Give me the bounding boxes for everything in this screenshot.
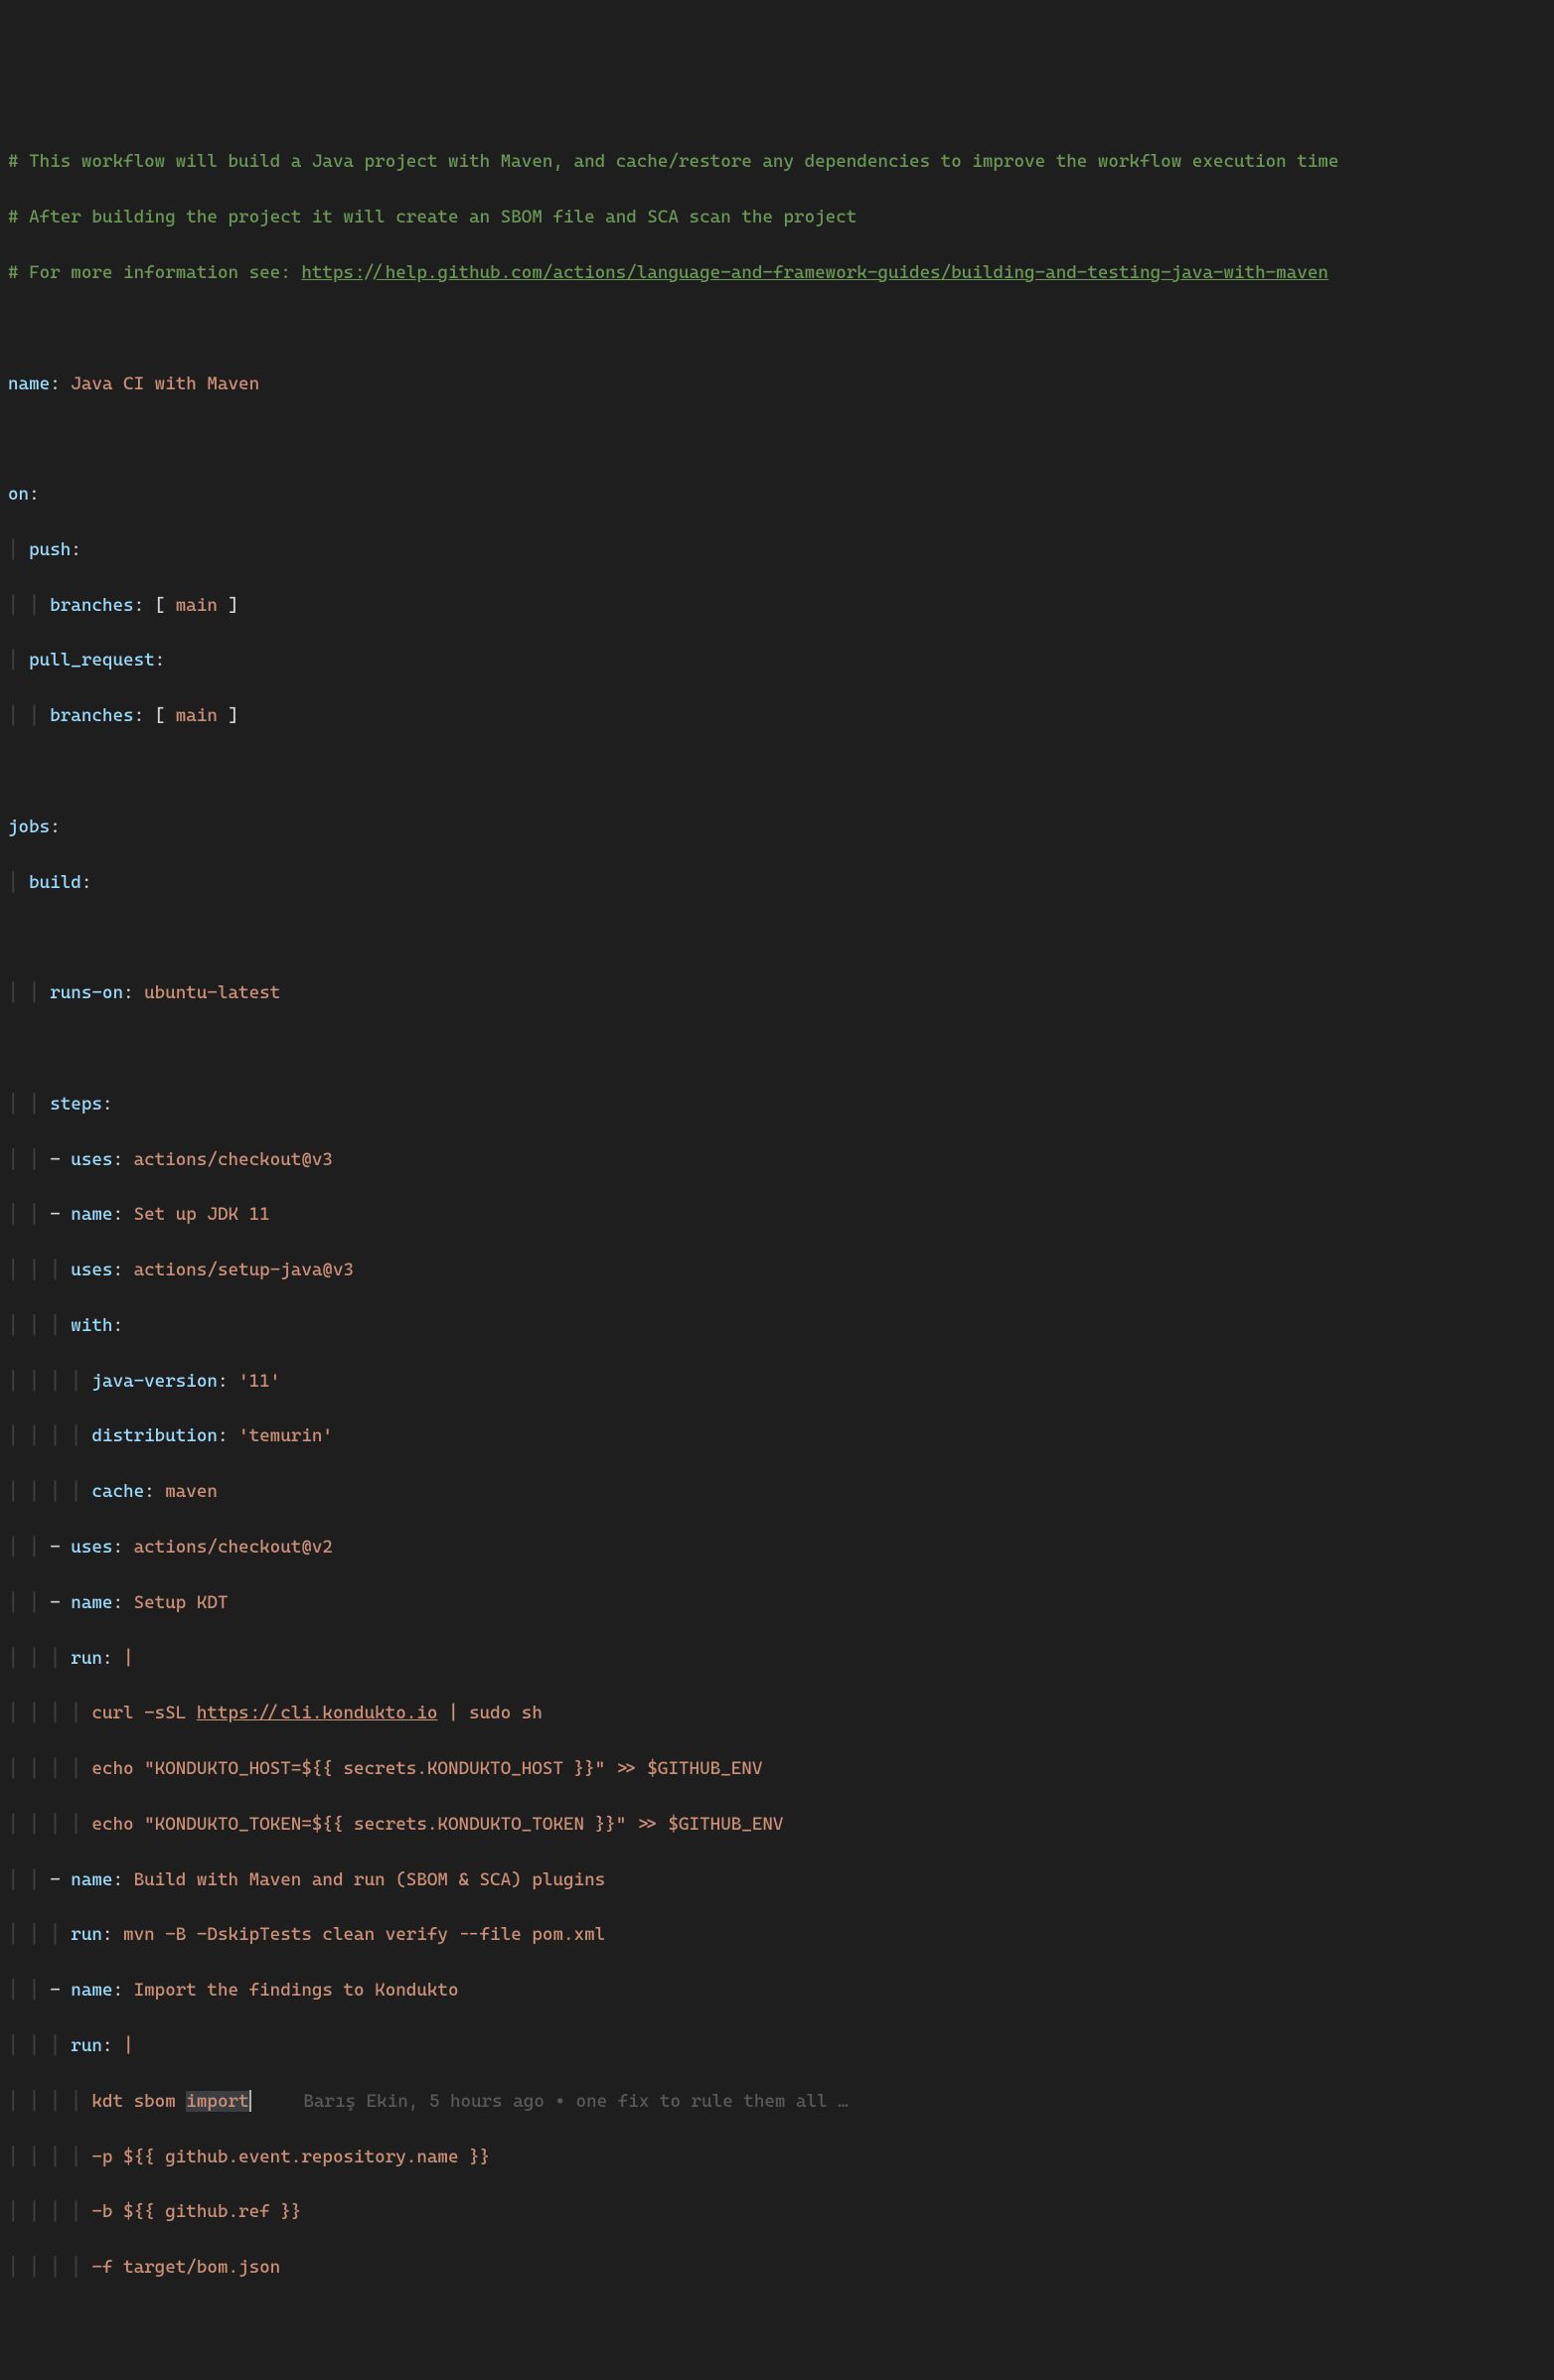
code-line: │ pull_request:	[8, 647, 1546, 674]
code-line: │ │ │ │ -f target/bom.json	[8, 2254, 1546, 2282]
code-line: │ │ steps:	[8, 1091, 1546, 1118]
code-line: │ │ branches: [ main ]	[8, 702, 1546, 730]
code-line: │ │ │ │ echo "KONDUKTO_TOKEN=${{ secrets…	[8, 1811, 1546, 1839]
code-line: jobs:	[8, 814, 1546, 841]
code-line: │ │ │ run: |	[8, 2032, 1546, 2060]
code-line: │ │ │ │ echo "KONDUKTO_HOST=${{ secrets.…	[8, 1755, 1546, 1783]
code-line: │ │ - name: Setup KDT	[8, 1589, 1546, 1617]
code-line: │ │ │ run: mvn -B -DskipTests clean veri…	[8, 1921, 1546, 1949]
code-line: │ │ - uses: actions/checkout@v2	[8, 1534, 1546, 1562]
code-line: # For more information see: https://help…	[8, 259, 1546, 287]
code-line: # After building the project it will cre…	[8, 204, 1546, 231]
cursor	[249, 2090, 251, 2112]
code-line	[8, 1035, 1546, 1063]
code-line	[8, 315, 1546, 343]
code-line: name: Java CI with Maven	[8, 371, 1546, 398]
code-line: │ │ - name: Set up JDK 11	[8, 1201, 1546, 1229]
code-line: │ │ │ uses: actions/setup-java@v3	[8, 1257, 1546, 1284]
code-line: │ │ runs-on: ubuntu-latest	[8, 979, 1546, 1007]
code-line: │ │ │ │ -p ${{ github.event.repository.n…	[8, 2144, 1546, 2171]
code-line: on:	[8, 481, 1546, 509]
code-line: │ │ │ │ cache: maven	[8, 1478, 1546, 1506]
code-line: │ │ - name: Build with Maven and run (SB…	[8, 1866, 1546, 1894]
code-line: │ │ │ │ distribution: 'temurin'	[8, 1422, 1546, 1450]
code-line	[8, 924, 1546, 952]
code-line	[8, 758, 1546, 786]
code-line: │ │ - uses: actions/checkout@v3	[8, 1146, 1546, 1174]
code-line: │ │ │ with:	[8, 1312, 1546, 1340]
highlighted-word: import	[186, 2091, 248, 2112]
git-blame-inline: Barış Ekin, 5 hours ago • one fix to rul…	[303, 2091, 848, 2112]
code-line: │ │ │ │ java-version: '11'	[8, 1368, 1546, 1396]
code-line: │ │ branches: [ main ]	[8, 592, 1546, 620]
code-line: │ build:	[8, 869, 1546, 897]
code-line: │ │ - name: Import the findings to Kondu…	[8, 1977, 1546, 2005]
code-line: # This workflow will build a Java projec…	[8, 148, 1546, 176]
code-line	[8, 425, 1546, 453]
code-editor[interactable]: # This workflow will build a Java projec…	[8, 121, 1546, 2309]
code-line: │ push:	[8, 536, 1546, 564]
code-line: │ │ │ │ kdt sbom import Barış Ekin, 5 ho…	[8, 2088, 1546, 2116]
code-line: │ │ │ │ curl -sSL https://cli.kondukto.i…	[8, 1700, 1546, 1727]
code-line: │ │ │ run: |	[8, 1645, 1546, 1673]
code-line: │ │ │ │ -b ${{ github.ref }}	[8, 2198, 1546, 2226]
